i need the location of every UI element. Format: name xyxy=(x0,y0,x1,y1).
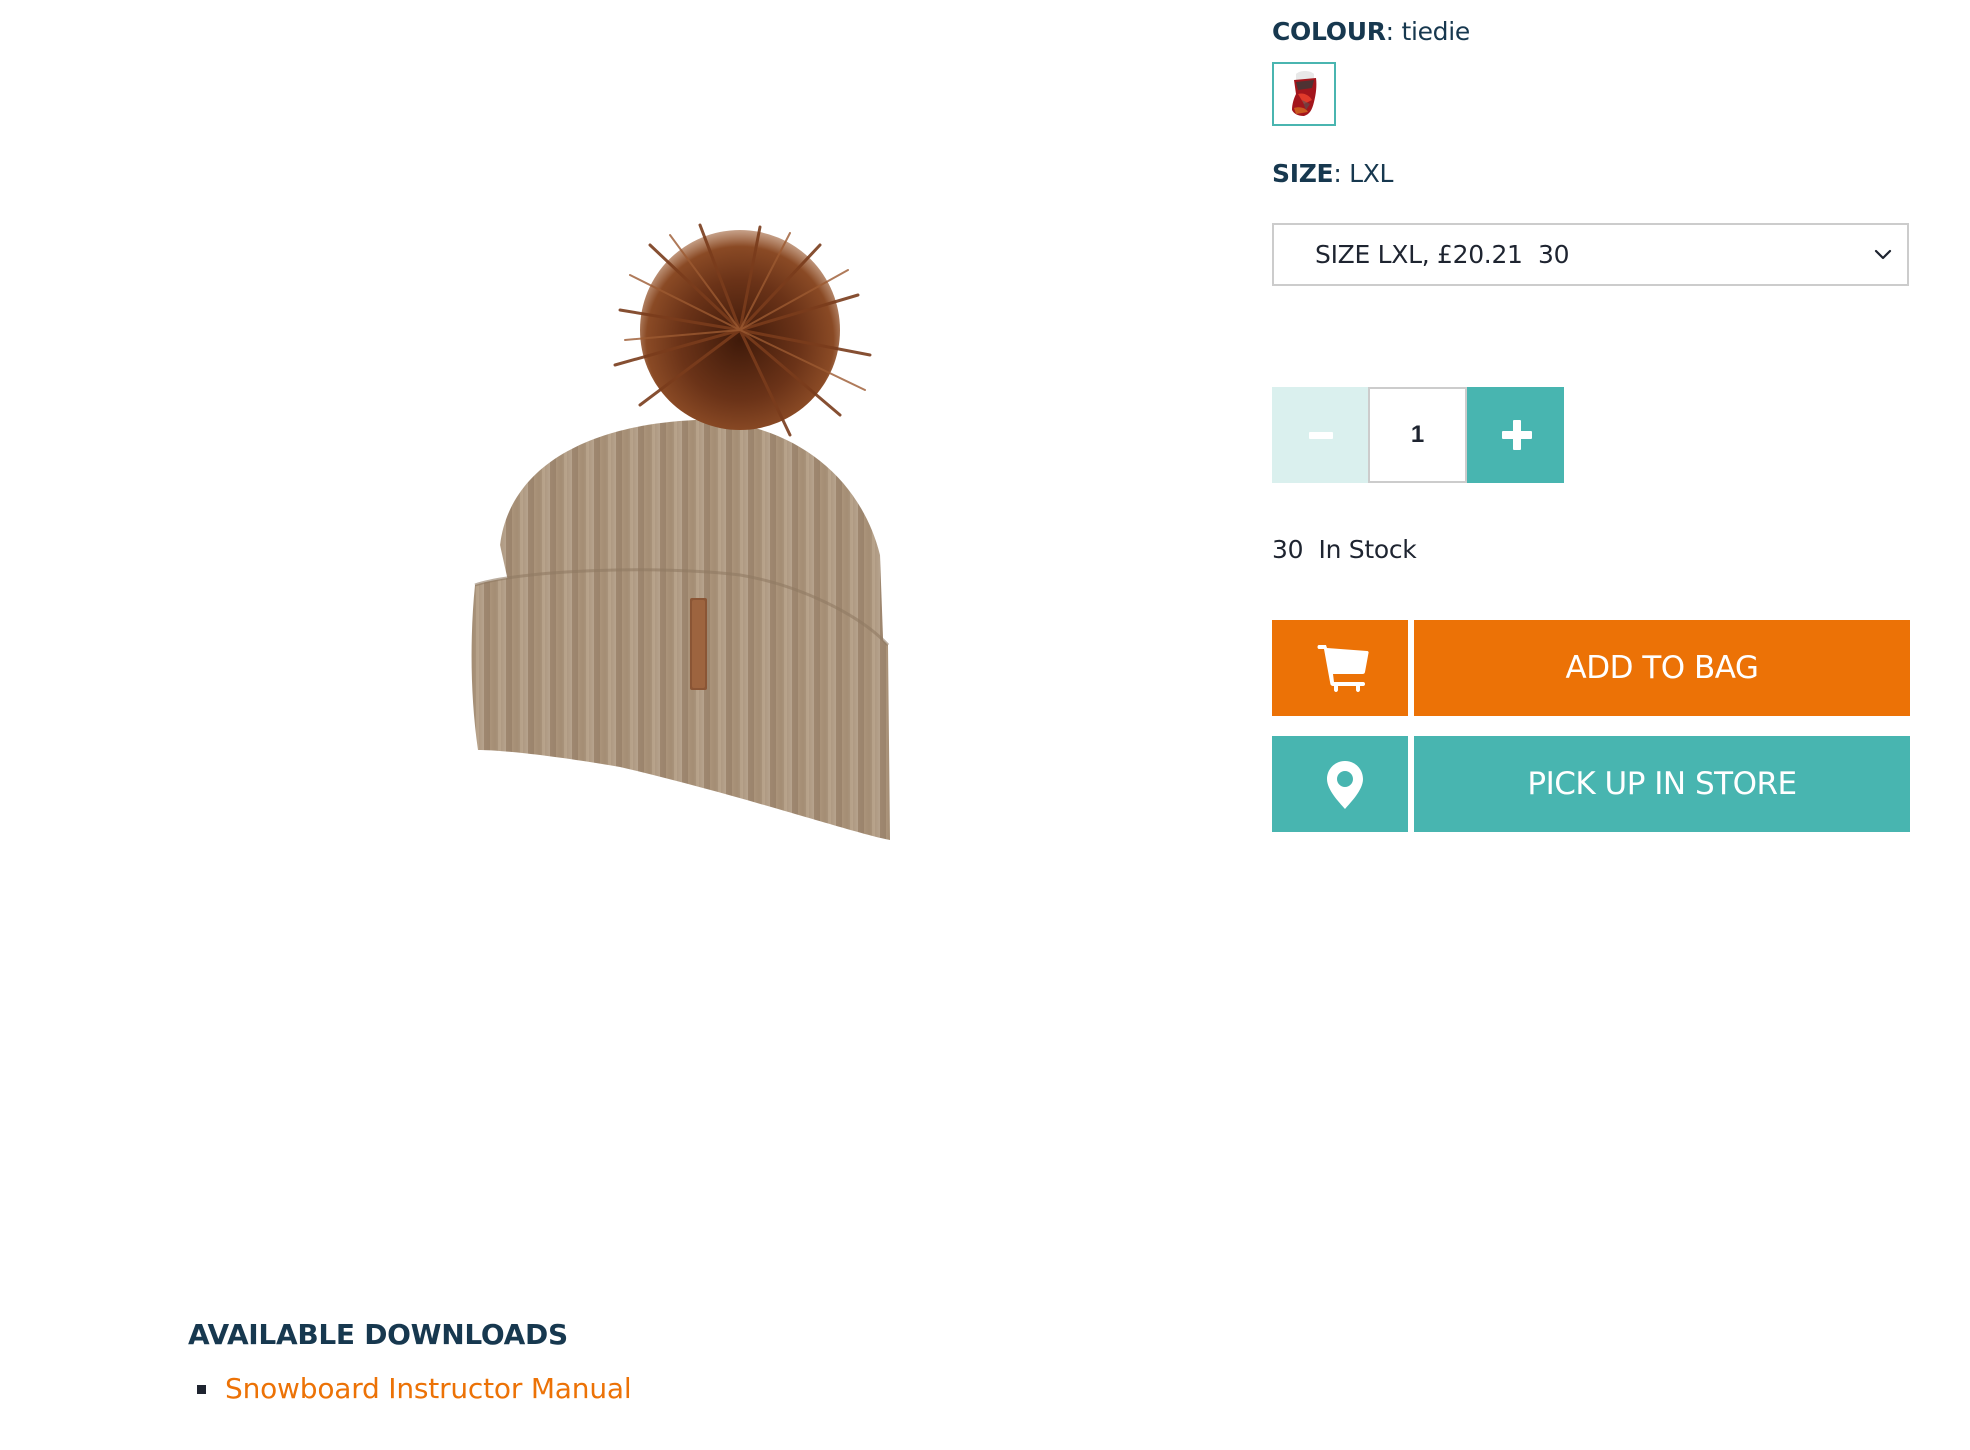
list-bullet xyxy=(197,1385,206,1394)
product-image xyxy=(440,215,920,865)
size-selected-value: LXL xyxy=(1349,159,1394,188)
pick-up-in-store-button[interactable]: PICK UP IN STORE xyxy=(1272,736,1910,832)
add-to-bag-button[interactable]: ADD TO BAG xyxy=(1272,620,1910,716)
size-label-separator: : xyxy=(1333,159,1342,188)
quantity-input[interactable] xyxy=(1368,387,1467,483)
add-to-bag-label[interactable]: ADD TO BAG xyxy=(1414,620,1910,716)
size-label: SIZE: LXL xyxy=(1272,159,1393,189)
quantity-increment-button[interactable] xyxy=(1467,387,1564,483)
location-pin-icon xyxy=(1327,761,1363,809)
hat-brim xyxy=(471,569,890,840)
minus-icon xyxy=(1309,432,1333,439)
quantity-decrement-button[interactable] xyxy=(1272,387,1368,483)
stock-status: 30 In Stock xyxy=(1272,535,1417,564)
swatch-image xyxy=(1292,71,1317,116)
pompom xyxy=(613,223,872,437)
size-label-key: SIZE xyxy=(1272,159,1334,188)
downloads-list: Snowboard Instructor Manual xyxy=(188,1372,632,1406)
colour-swatch-tiedie[interactable] xyxy=(1272,62,1336,126)
download-item: Snowboard Instructor Manual xyxy=(188,1372,632,1406)
colour-selected-value: tiedie xyxy=(1401,17,1470,46)
chevron-down-icon xyxy=(1874,249,1892,260)
size-select[interactable]: SIZE LXL, £20.21 30 xyxy=(1272,223,1909,286)
colour-label: COLOUR: tiedie xyxy=(1272,17,1470,47)
add-to-bag-icon-box[interactable] xyxy=(1272,620,1408,716)
pick-up-icon-box[interactable] xyxy=(1272,736,1408,832)
size-select-value: SIZE LXL, £20.21 30 xyxy=(1315,240,1570,269)
downloads-heading: AVAILABLE DOWNLOADS xyxy=(188,1318,568,1351)
cart-icon xyxy=(1317,645,1369,692)
colour-label-key: COLOUR xyxy=(1272,17,1386,46)
pick-up-in-store-label[interactable]: PICK UP IN STORE xyxy=(1414,736,1910,832)
quantity-stepper xyxy=(1272,387,1564,483)
colour-label-separator: : xyxy=(1385,17,1394,46)
download-link-snowboard-instructor-manual[interactable]: Snowboard Instructor Manual xyxy=(225,1372,632,1405)
